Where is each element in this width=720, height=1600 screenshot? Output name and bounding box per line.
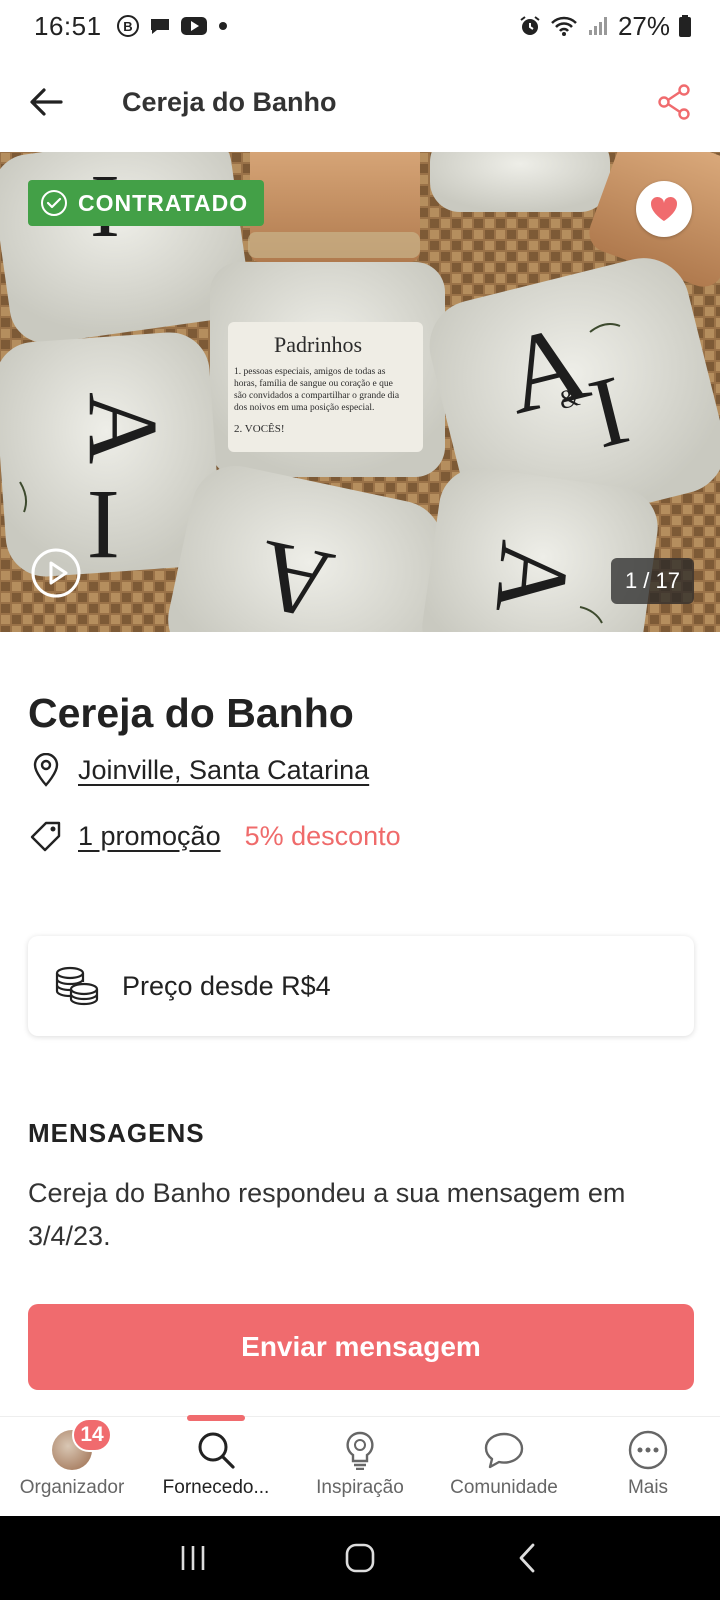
lightbulb-icon [346,1431,374,1470]
b-badge-icon: B [116,14,140,38]
hired-badge: CONTRATADO [28,180,265,226]
more-dots-icon [628,1430,668,1470]
alarm-icon [518,14,542,38]
youtube-icon [180,15,208,37]
messages-text: Cereja do Banho respondeu a sua mensagem… [28,1178,626,1251]
jar-label-line: 1. pessoas especiais, amigos de todas as [234,367,386,377]
gallery-counter: 1 / 17 [610,558,694,604]
home-icon [345,1543,375,1573]
promotion-row: 1 promoção 5% desconto [28,818,401,854]
notification-badge: 14 [72,1418,112,1452]
share-icon [658,84,690,120]
recent-apps-icon [182,1546,205,1570]
app-bar: Cereja do Banho [0,52,720,152]
jar-label-title: Padrinhos [274,332,362,357]
send-message-bar: Enviar mensagem [0,1272,720,1390]
battery-icon [678,14,692,38]
svg-text:B: B [123,19,132,34]
system-back-button[interactable] [497,1528,557,1588]
speech-bubble-icon [484,1432,524,1469]
arrow-left-icon [30,88,63,116]
system-navigation-bar [0,1516,720,1600]
play-video-button[interactable] [30,547,82,599]
discount-label: 5% desconto [244,820,401,851]
status-bar: 16:51 B 27% [0,0,720,52]
recent-apps-button[interactable] [163,1528,223,1588]
nav-label: Mais [627,1477,669,1498]
location-row: Joinville, Santa Catarina [28,752,369,788]
dot-icon [216,19,230,33]
search-icon [198,1432,235,1469]
hero-gallery[interactable]: I A I & A I A A Padrinhos 1. pessoas esp… [0,152,720,632]
nav-label: Fornecedo... [162,1477,270,1498]
send-message-button[interactable]: Enviar mensagem [28,1304,694,1390]
active-indicator [187,1415,245,1421]
nav-item-comunidade[interactable]: Comunidade [432,1417,576,1516]
nav-label: Organizador [19,1477,125,1498]
check-circle-icon [41,190,67,216]
jar-label-line: 2. VOCÊS! [234,423,285,435]
chevron-left-icon [519,1543,535,1573]
nav-item-mais[interactable]: Mais [576,1417,720,1516]
app-bar-title: Cereja do Banho [122,86,337,117]
favorite-button[interactable] [636,181,692,237]
nav-item-inspiracao[interactable]: Inspiração [288,1417,432,1516]
signal-icon [586,14,610,38]
promotion-link[interactable]: 1 promoção [78,821,221,852]
status-bar-right: 27% [518,11,692,42]
heart-icon [650,196,678,221]
price-text: Preço desde R$4 [122,970,331,1001]
back-button[interactable] [26,82,66,122]
jar-label-line: horas, família de sangue ou coração e qu… [234,378,393,389]
nav-item-organizador[interactable]: 14 Organizador [0,1417,144,1516]
avatar: 14 [52,1418,112,1470]
monogram-letter: I [87,470,120,581]
battery-percentage: 27% [617,10,670,41]
coins-icon [52,961,102,1011]
nav-item-fornecedores[interactable]: Fornecedo... [144,1415,288,1516]
monogram-letter: A [475,537,592,619]
tag-icon [28,818,64,854]
location-link[interactable]: Joinville, Santa Catarina [78,755,369,786]
chat-bubble-icon [148,14,172,38]
vendor-name: Cereja do Banho [28,690,354,736]
jar-label-line: são convidados a compartilhar o grande d… [234,391,400,401]
status-time: 16:51 [34,10,102,41]
price-card: Preço desde R$4 [28,936,694,1036]
messages-heading: MENSAGENS [28,1118,205,1148]
location-pin-icon [28,752,64,788]
hired-badge-label: CONTRATADO [78,189,249,216]
status-bar-left: 16:51 B [34,11,230,42]
jar-label-line: dos noivos em uma posição especial. [234,403,374,413]
play-circle-icon [31,548,81,598]
nav-label: Comunidade [450,1477,558,1498]
home-button[interactable] [330,1528,390,1588]
monogram-letter: A [68,392,179,464]
nav-label: Inspiração [316,1477,404,1498]
share-button[interactable] [654,82,694,122]
wifi-icon [550,14,578,38]
bottom-navigation: 14 Organizador Fornecedo... Inspiração C… [0,1415,720,1516]
